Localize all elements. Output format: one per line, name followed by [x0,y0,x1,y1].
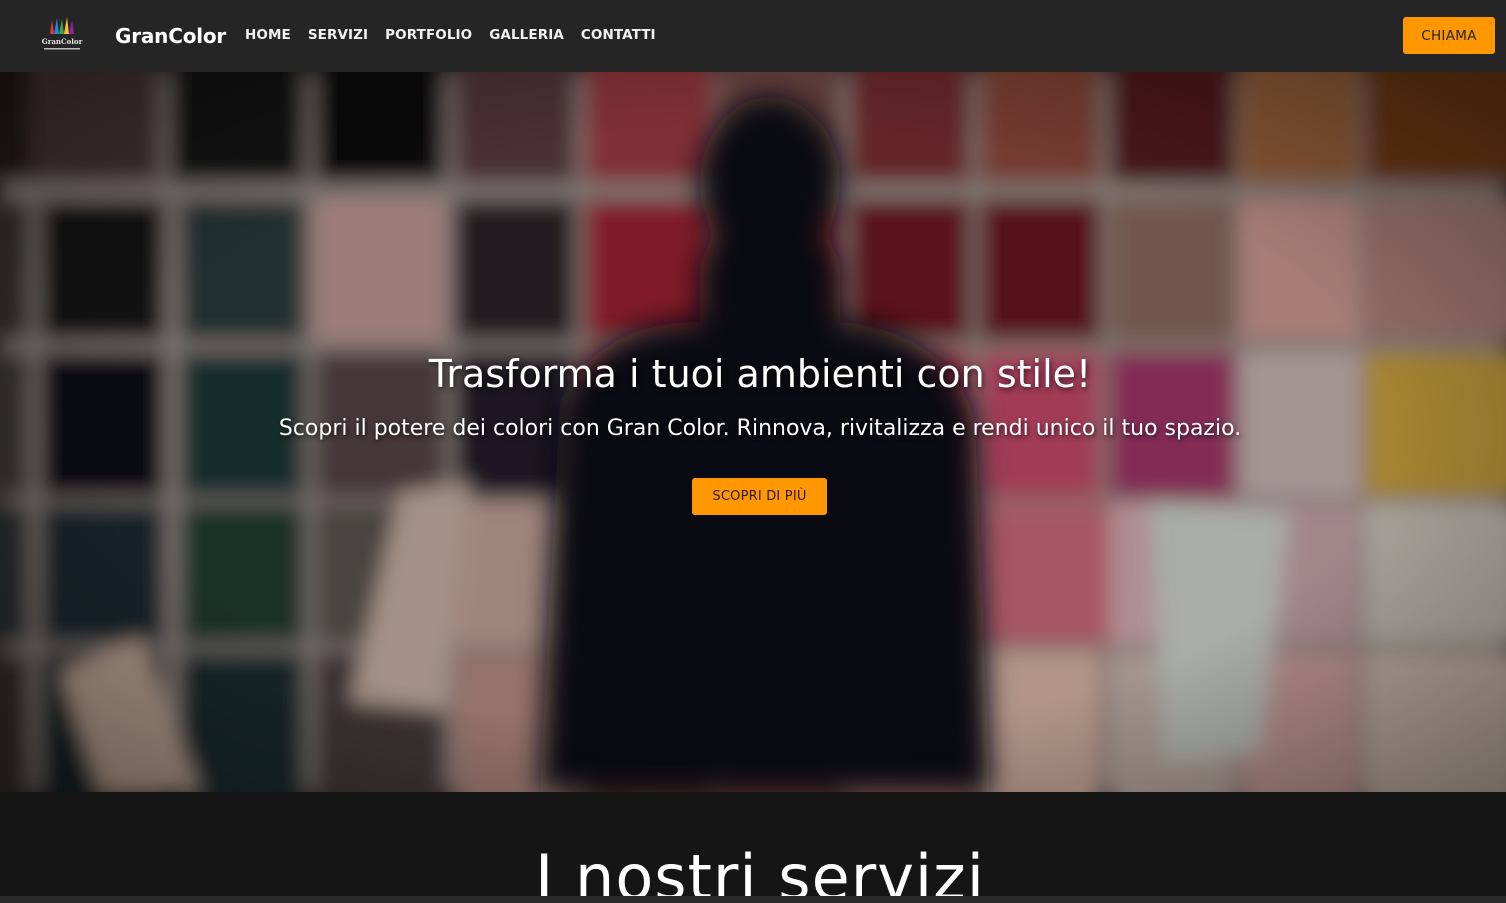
navbar: GranColor GranColor HOME SERVIZI PORTFOL… [0,0,1506,72]
brand-logo[interactable]: GranColor [40,14,84,54]
services-title: I nostri servizi [535,841,985,903]
nav-link-portfolio[interactable]: PORTFOLIO [385,26,472,44]
nav-link-galleria[interactable]: GALLERIA [489,26,564,44]
nav-link-home[interactable]: HOME [245,26,291,44]
hero-section: Trasforma i tuoi ambienti con stile! Sco… [0,72,1506,792]
paint-stripes-logo-icon: GranColor [42,17,83,50]
brand-name[interactable]: GranColor [115,23,226,49]
main-nav: HOME SERVIZI PORTFOLIO GALLERIA CONTATTI [245,26,656,44]
hero-subtitle: Scopri il potere dei colori con Gran Col… [278,416,1242,441]
hero-title: Trasforma i tuoi ambienti con stile! [428,352,1092,396]
nav-link-contatti[interactable]: CONTATTI [581,26,656,44]
nav-link-servizi[interactable]: SERVIZI [308,26,368,44]
call-button[interactable]: CHIAMA [1403,17,1495,54]
discover-more-button[interactable]: SCOPRI DI PIÙ [692,478,827,515]
logo-wordmark: GranColor [42,37,83,46]
horizontal-scrollbar[interactable] [0,896,1506,903]
services-section: I nostri servizi [0,792,1506,903]
